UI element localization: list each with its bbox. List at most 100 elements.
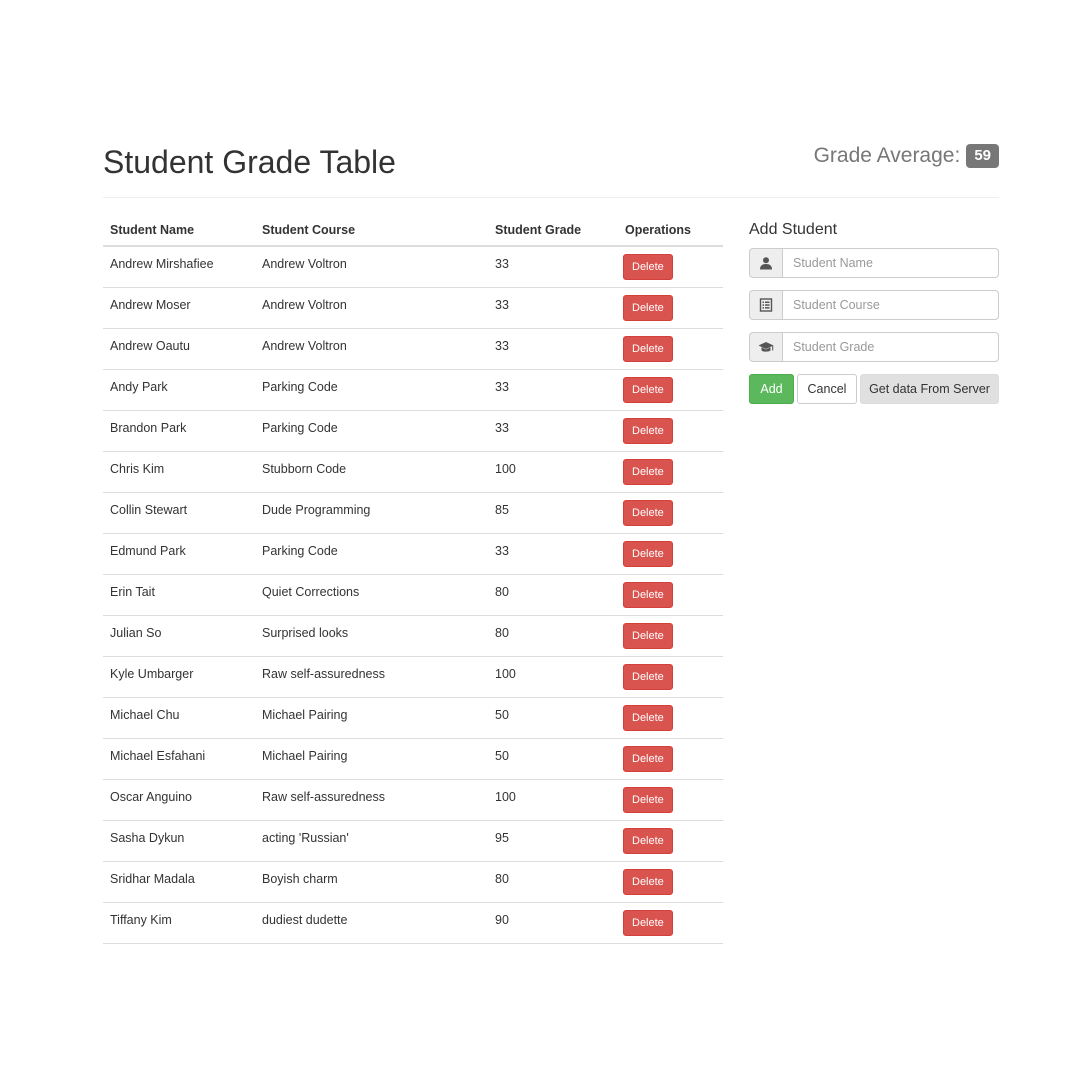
delete-button[interactable]: Delete — [623, 377, 673, 403]
student-name: Chris Kim — [110, 462, 165, 476]
student-course-cell: dudiest dudette — [255, 902, 488, 944]
student-name-cell: Michael Esfahani — [103, 738, 255, 780]
student-course-cell: Stubborn Code — [255, 451, 488, 493]
add-button[interactable]: Add — [749, 374, 794, 404]
student-grade-cell: 100 — [488, 779, 618, 821]
list-alt-icon — [749, 290, 782, 320]
student-grade: 33 — [495, 339, 509, 353]
student-course: Michael Pairing — [262, 708, 348, 722]
student-grade-cell: 50 — [488, 697, 618, 739]
student-grade-cell: 80 — [488, 574, 618, 616]
student-name: Oscar Anguino — [110, 790, 192, 804]
column-header-grade: Student Grade — [488, 215, 618, 247]
delete-button[interactable]: Delete — [623, 746, 673, 772]
delete-button[interactable]: Delete — [623, 459, 673, 485]
delete-button[interactable]: Delete — [623, 582, 673, 608]
delete-button[interactable]: Delete — [623, 623, 673, 649]
student-grade: 50 — [495, 708, 509, 722]
grade-average-badge: 59 — [966, 144, 999, 168]
student-name: Michael Chu — [110, 708, 180, 722]
student-course: Surprised looks — [262, 626, 349, 640]
table-body: Andrew Mirshafiee Andrew Voltron 33 Delete A… — [103, 246, 723, 944]
student-name-cell: Kyle Umbarger — [103, 656, 255, 698]
delete-button[interactable]: Delete — [623, 336, 673, 362]
student-course: dudiest dudette — [262, 913, 348, 927]
delete-button[interactable]: Delete — [623, 910, 673, 936]
table-row: Michael Chu Michael Pairing 50 Delete — [103, 697, 723, 739]
add-student-panel: Add Student Student Name Student Course … — [749, 218, 999, 404]
column-header-course: Student Course — [255, 215, 488, 247]
table-row: Julian So Surprised looks 80 Delete — [103, 615, 723, 657]
operations-cell: Delete — [618, 533, 723, 575]
delete-button[interactable]: Delete — [623, 254, 673, 280]
cancel-button[interactable]: Cancel — [797, 374, 857, 404]
student-name-cell: Andrew Moser — [103, 287, 255, 329]
student-name: Kyle Umbarger — [110, 667, 194, 681]
student-name: Andrew Moser — [110, 298, 191, 312]
student-table-wrapper: Student Name Student Course Student Grad… — [103, 215, 723, 944]
operations-cell: Delete — [618, 369, 723, 411]
student-course-input[interactable] — [782, 290, 999, 320]
add-student-title: Add Student — [749, 221, 838, 238]
student-name: Andy Park — [110, 380, 168, 394]
operations-cell: Delete — [618, 410, 723, 452]
student-course-cell: Raw self-assuredness — [255, 656, 488, 698]
delete-button[interactable]: Delete — [623, 705, 673, 731]
delete-button[interactable]: Delete — [623, 828, 673, 854]
table-row: Andrew Moser Andrew Voltron 33 Delete — [103, 287, 723, 329]
student-course: Parking Code — [262, 380, 338, 394]
operations-cell: Delete — [618, 451, 723, 493]
student-name-cell: Sridhar Madala — [103, 861, 255, 903]
delete-button[interactable]: Delete — [623, 500, 673, 526]
student-course: Stubborn Code — [262, 462, 347, 476]
student-course: Raw self-assuredness — [262, 790, 385, 804]
student-course-cell: Andrew Voltron — [255, 246, 488, 288]
delete-button[interactable]: Delete — [623, 295, 673, 321]
delete-button[interactable]: Delete — [623, 541, 673, 567]
delete-button[interactable]: Delete — [623, 664, 673, 690]
student-course-cell: Andrew Voltron — [255, 328, 488, 370]
operations-cell: Delete — [618, 615, 723, 657]
student-grade: 33 — [495, 257, 509, 271]
student-name-group — [749, 248, 999, 278]
get-data-from-server-button[interactable]: Get data From Server — [860, 374, 999, 404]
student-grade-cell: 33 — [488, 369, 618, 411]
student-course-cell: Parking Code — [255, 369, 488, 411]
student-name-cell: Brandon Park — [103, 410, 255, 452]
delete-button[interactable]: Delete — [623, 787, 673, 813]
student-name: Erin Tait — [110, 585, 155, 599]
student-name-cell: Oscar Anguino — [103, 779, 255, 821]
student-course: Boyish charm — [262, 872, 338, 886]
student-course-cell: Michael Pairing — [255, 738, 488, 780]
form-buttons: Add Cancel Get data From Server — [749, 374, 999, 404]
student-name: Tiffany Kim — [110, 913, 172, 927]
student-grade-cell: 33 — [488, 287, 618, 329]
operations-cell: Delete — [618, 738, 723, 780]
student-name-input[interactable] — [782, 248, 999, 278]
student-grade-input[interactable] — [782, 332, 999, 362]
page-title: Student Grade Table — [103, 144, 396, 180]
delete-button[interactable]: Delete — [623, 869, 673, 895]
student-grade-cell: 85 — [488, 492, 618, 534]
student-course-cell: Boyish charm — [255, 861, 488, 903]
table-row: Andy Park Parking Code 33 Delete — [103, 369, 723, 411]
student-course-cell: acting 'Russian' — [255, 820, 488, 862]
student-grade-cell: 33 — [488, 246, 618, 288]
student-course: Andrew Voltron — [262, 339, 347, 353]
table-row: Edmund Park Parking Code 33 Delete — [103, 533, 723, 575]
student-name-cell: Collin Stewart — [103, 492, 255, 534]
operations-cell: Delete — [618, 861, 723, 903]
student-name-cell: Tiffany Kim — [103, 902, 255, 944]
delete-button[interactable]: Delete — [623, 418, 673, 444]
student-course-cell: Andrew Voltron — [255, 287, 488, 329]
student-grade: 100 — [495, 462, 516, 476]
student-grade-cell: 33 — [488, 533, 618, 575]
grade-average-label: Grade Average: — [813, 144, 961, 167]
student-table: Student Name Student Course Student Grad… — [103, 215, 723, 944]
student-name: Collin Stewart — [110, 503, 188, 517]
operations-cell: Delete — [618, 779, 723, 821]
student-grade-cell: 50 — [488, 738, 618, 780]
student-grade: 95 — [495, 831, 509, 845]
student-grade: 80 — [495, 872, 509, 886]
table-row: Collin Stewart Dude Programming 85 Delete — [103, 492, 723, 534]
